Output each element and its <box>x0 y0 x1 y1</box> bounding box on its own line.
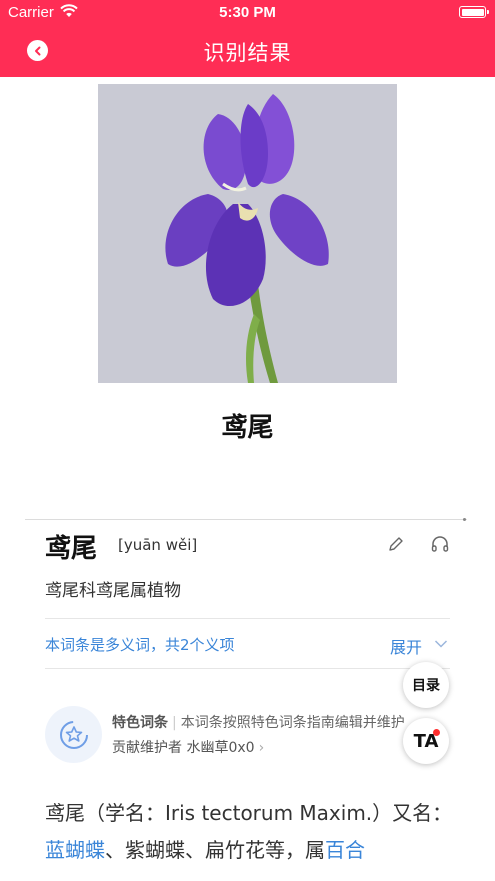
clock: 5:30 PM <box>219 4 276 21</box>
battery-icon <box>459 6 489 18</box>
iris-image <box>98 84 397 383</box>
maintainer-link[interactable]: 贡献维护者 水幽草0x0 › <box>112 737 264 757</box>
featured-entry-icon <box>45 706 102 763</box>
entry-pinyin: [yuān wěi] <box>118 536 198 554</box>
body-text: 鸢尾（学名：Iris tectorum Maxim.）又名： <box>45 801 453 825</box>
entry-body: 鸢尾（学名：Iris tectorum Maxim.）又名： 蓝蝴蝶、紫蝴蝶、扁竹… <box>45 795 455 869</box>
polysemy-notice[interactable]: 本词条是多义词，共2个义项 <box>45 634 235 655</box>
expand-button[interactable]: 展开 <box>390 634 422 658</box>
page-title: 识别结果 <box>203 41 292 65</box>
ta-button[interactable]: TA <box>403 718 449 764</box>
entry-title: 鸢尾 <box>45 534 98 564</box>
featured-label: 特色词条 <box>112 715 168 731</box>
body-link[interactable]: 蓝蝴蝶 <box>45 838 105 862</box>
maintainer-text: 贡献维护者 水幽草0x0 <box>112 740 255 756</box>
notification-dot <box>433 729 440 736</box>
card-dot <box>463 518 466 521</box>
chevron-down-icon[interactable] <box>434 639 448 649</box>
result-name: 鸢尾 <box>221 413 274 443</box>
toc-button[interactable]: 目录 <box>403 662 449 708</box>
featured-description: 本词条按照特色词条指南编辑并维护 <box>180 715 405 731</box>
body-link[interactable]: 百合 <box>325 838 365 862</box>
divider <box>45 618 450 619</box>
divider <box>45 668 450 669</box>
status-bar: Carrier 5:30 PM <box>0 0 495 26</box>
headphones-icon[interactable] <box>430 535 450 553</box>
entry-summary: 鸢尾科鸢尾属植物 <box>45 581 181 601</box>
card-divider <box>25 519 467 520</box>
pencil-icon[interactable] <box>387 535 405 553</box>
featured-entry-info: 特色词条 | 本词条按照特色词条指南编辑并维护 <box>112 715 405 731</box>
nav-bar: Carrier 5:30 PM 识别结果 <box>0 0 495 77</box>
body-text: 、紫蝴蝶、扁竹花等，属 <box>105 838 325 862</box>
plant-photo <box>98 84 397 383</box>
chevron-right-icon: › <box>258 740 265 756</box>
